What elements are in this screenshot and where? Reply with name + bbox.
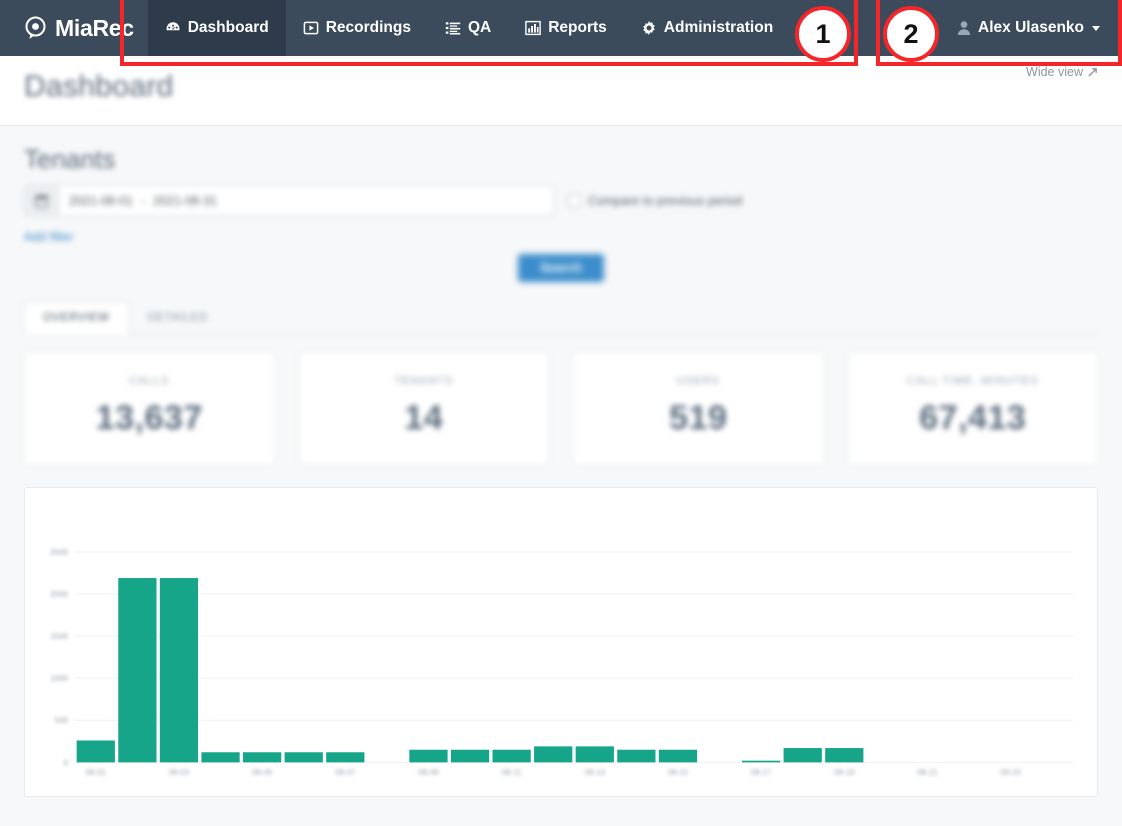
nav-item-label: Administration: [663, 19, 774, 36]
svg-text:08-21: 08-21: [917, 768, 938, 777]
add-filter-link[interactable]: Add filter: [24, 230, 73, 244]
main-navbar: MiaRec Dashboard Recordings QA Reports A…: [0, 0, 1122, 56]
svg-text:2000: 2000: [50, 590, 68, 599]
stat-card-label: TENANTS: [394, 375, 454, 387]
dashboard-tabs: OVERVIEW DETAILED: [24, 302, 1098, 334]
stat-card-call-time[interactable]: CALL TIME, MINUTES 67,413: [847, 352, 1098, 465]
expand-arrow-icon: [1088, 67, 1097, 77]
svg-text:08-11: 08-11: [502, 768, 522, 777]
annotation-badge-2: 2: [883, 6, 939, 62]
date-range-value[interactable]: 2021-08-01 - 2021-08-31: [59, 186, 553, 215]
play-square-icon: [303, 21, 319, 35]
search-filter-row: 2021-08-01 - 2021-08-31 Compare to previ…: [24, 185, 1098, 216]
nav-item-recordings[interactable]: Recordings: [286, 0, 428, 56]
svg-text:08-07: 08-07: [335, 768, 356, 777]
chart-area: 0 500 1000 1500 2000 2500 08-01 08-03 08-05 08-07…: [41, 502, 1081, 788]
section-title-tenants: Tenants: [24, 144, 116, 174]
nav-item-administration[interactable]: Administration: [624, 0, 790, 56]
nav-item-label: QA: [467, 19, 492, 36]
stat-cards-row: CALLS 13,637 TENANTS 14 USERS 519 CALL T…: [24, 352, 1098, 465]
annotation-badge-1: 1: [795, 6, 851, 62]
date-range-from: 2021-08-01: [69, 193, 133, 208]
user-account-name: Alex Ulasenko: [978, 19, 1084, 36]
stat-card-tenants[interactable]: TENANTS 14: [298, 352, 549, 465]
page-container: Dashboard Wide view Tenants 2021-08-01 -…: [0, 56, 1122, 826]
stat-card-calls[interactable]: CALLS 13,637: [24, 352, 275, 465]
svg-text:08-23: 08-23: [1000, 768, 1021, 777]
svg-text:2500: 2500: [50, 548, 68, 557]
tab-overview[interactable]: OVERVIEW: [24, 302, 129, 334]
svg-text:500: 500: [55, 716, 69, 725]
svg-text:08-17: 08-17: [751, 768, 772, 777]
nav-item-label: Dashboard: [187, 19, 269, 36]
gear-icon: [642, 20, 655, 36]
tab-detailed[interactable]: DETAILED: [129, 302, 227, 334]
page-title: Dashboard: [24, 70, 174, 103]
svg-text:1500: 1500: [50, 632, 68, 641]
date-range-to: 2021-08-31: [153, 193, 218, 208]
stat-card-users[interactable]: USERS 519: [573, 352, 824, 465]
miarec-record-logo-icon: [25, 16, 46, 39]
brand-logo[interactable]: MiaRec: [0, 0, 148, 56]
stat-card-value: 67,413: [919, 399, 1027, 437]
calendar-icon-box: [25, 186, 59, 215]
stat-card-value: 14: [404, 399, 444, 437]
bar-chart-icon: [525, 20, 542, 36]
search-button[interactable]: Search: [518, 254, 604, 282]
date-range-separator: -: [140, 193, 146, 208]
caret-down-icon: [1092, 25, 1100, 31]
compare-previous-period-checkbox[interactable]: Compare to previous period: [568, 194, 742, 208]
nav-item-label: Recordings: [325, 19, 411, 36]
nav-item-qa[interactable]: QA: [428, 0, 508, 56]
calendar-icon: [35, 193, 48, 208]
dashboard-content: Tenants 2021-08-01 - 2021-08-31 Compare …: [0, 126, 1122, 826]
svg-text:08-01: 08-01: [86, 768, 107, 777]
nav-item-reports[interactable]: Reports: [508, 0, 624, 56]
stat-card-label: CALLS: [129, 375, 170, 387]
svg-text:08-19: 08-19: [834, 768, 855, 777]
checkbox-box[interactable]: [568, 194, 581, 207]
svg-text:1000: 1000: [50, 674, 68, 683]
main-navigation-menu: Dashboard Recordings QA Reports Administ…: [147, 0, 790, 56]
compare-label: Compare to previous period: [588, 193, 743, 208]
svg-text:08-05: 08-05: [252, 768, 273, 777]
user-avatar-icon: [957, 21, 971, 35]
nav-item-label: Reports: [548, 19, 607, 36]
svg-text:0: 0: [64, 758, 69, 767]
svg-text:08-03: 08-03: [169, 768, 190, 777]
brand-label: MiaRec: [55, 14, 134, 41]
wide-view-label: Wide view: [1026, 65, 1083, 79]
stat-card-label: CALL TIME, MINUTES: [906, 375, 1039, 387]
search-button-row: Search: [24, 254, 1098, 282]
user-account-menu[interactable]: Alex Ulasenko: [944, 0, 1122, 56]
svg-text:08-13: 08-13: [585, 768, 606, 777]
calls-bar-chart-panel: 0 500 1000 1500 2000 2500 08-01 08-03 08-05 08-07…: [24, 487, 1098, 797]
nav-item-dashboard[interactable]: Dashboard: [147, 0, 286, 56]
stat-card-value: 519: [669, 399, 728, 437]
stat-card-value: 13,637: [95, 399, 203, 437]
dashboard-gauge-icon: [166, 22, 180, 31]
svg-text:08-09: 08-09: [418, 768, 439, 777]
page-header: Dashboard Wide view: [0, 56, 1122, 126]
list-checklist-icon: [445, 22, 461, 35]
stat-card-label: USERS: [676, 375, 720, 387]
svg-text:08-15: 08-15: [668, 768, 689, 777]
calls-bar-chart[interactable]: 0 500 1000 1500 2000 2500 08-01 08-03 08-05 08-07…: [41, 502, 1081, 788]
wide-view-toggle[interactable]: Wide view: [1026, 65, 1098, 79]
date-range-picker[interactable]: 2021-08-01 - 2021-08-31: [24, 185, 554, 216]
